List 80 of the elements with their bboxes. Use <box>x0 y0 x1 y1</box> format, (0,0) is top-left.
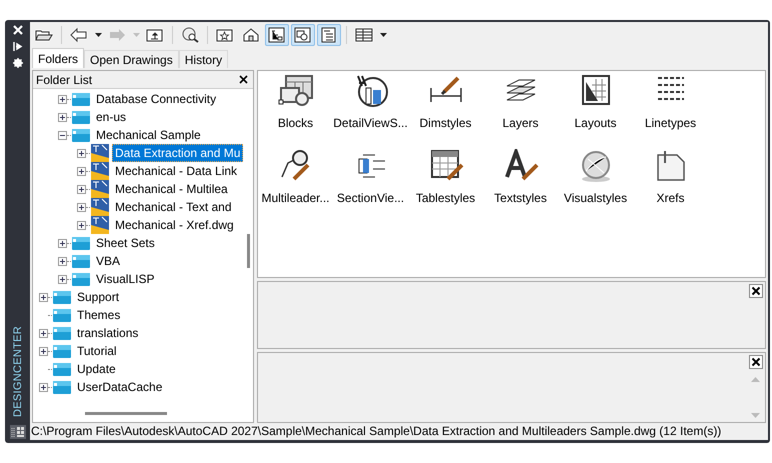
gear-icon[interactable] <box>12 58 22 68</box>
folder-icon <box>72 92 90 106</box>
description-icon[interactable] <box>317 24 341 46</box>
tree-item[interactable]: Support <box>74 288 122 306</box>
expander-icon[interactable] <box>58 94 67 104</box>
folder-icon <box>72 272 90 286</box>
drawing-file-icon <box>91 162 109 180</box>
expander-icon[interactable] <box>77 166 86 176</box>
tree-item[interactable]: Update <box>74 360 119 378</box>
preview-icon[interactable] <box>291 24 315 46</box>
item-label[interactable]: SectionVie... <box>336 191 404 205</box>
tree-item[interactable]: Mechanical Sample <box>93 126 204 144</box>
expander-icon[interactable] <box>77 202 86 212</box>
expander-icon[interactable] <box>58 112 67 122</box>
close-icon[interactable] <box>749 284 763 298</box>
tree-item[interactable]: VBA <box>93 252 124 270</box>
close-icon[interactable] <box>749 355 763 369</box>
item-label[interactable]: Layouts <box>574 116 617 130</box>
expander-icon[interactable] <box>77 184 86 194</box>
expander-icon[interactable] <box>39 328 48 338</box>
folder-icon <box>53 380 71 394</box>
drawing-file-icon <box>91 216 109 234</box>
tree-item[interactable]: Themes <box>74 306 124 324</box>
item-label[interactable]: Multileader... <box>261 191 330 205</box>
text-style-icon[interactable] <box>502 149 538 183</box>
expander-icon[interactable] <box>39 346 48 356</box>
item-label[interactable]: Textstyles <box>494 191 547 205</box>
blocks-icon[interactable] <box>278 74 314 108</box>
item-label[interactable]: Linetypes <box>644 116 696 130</box>
folder-icon <box>53 326 71 340</box>
close-icon[interactable] <box>239 75 248 84</box>
grid-icon[interactable] <box>10 425 26 439</box>
item-label[interactable]: Dimstyles <box>419 116 472 130</box>
item-label[interactable]: DetailViewS... <box>333 116 408 130</box>
tab[interactable]: Folders <box>32 48 84 68</box>
tab[interactable]: Open Drawings <box>84 50 179 68</box>
expander-icon[interactable] <box>77 220 86 230</box>
tree-item[interactable]: Mechanical - Text and <box>112 198 235 216</box>
folder-icon <box>53 308 71 322</box>
status-path: C:\Program Files\Autodesk\AutoCAD 2027\Sample\Mechanical Sample\Data Extraction and Multileaders Sample.dwg (12 Item(s)) <box>30 423 722 440</box>
tree-item[interactable]: Mechanical - Xref.dwg <box>112 216 237 234</box>
tree-item[interactable]: VisualLISP <box>93 270 158 288</box>
item-label[interactable]: Visualstyles <box>564 191 628 205</box>
tree-item[interactable]: Sheet Sets <box>93 234 158 252</box>
tree-item[interactable]: translations <box>74 324 142 342</box>
drawing-file-icon <box>91 198 109 216</box>
folder-icon <box>53 344 71 358</box>
auto-hide-icon[interactable] <box>12 42 22 51</box>
folder-icon <box>72 110 90 124</box>
tree-item[interactable]: Data Extraction and Mu <box>112 144 244 162</box>
folder-icon <box>72 128 90 142</box>
palette-title: DESIGNCENTER <box>12 326 24 417</box>
expander-icon[interactable] <box>58 238 67 248</box>
item-label[interactable]: Layers <box>502 116 539 130</box>
tree-item[interactable]: Tutorial <box>74 342 120 360</box>
tree-item[interactable]: Mechanical - Data Link <box>112 162 240 180</box>
tree-icon[interactable] <box>265 24 289 46</box>
drawing-file-icon <box>91 180 109 198</box>
tab[interactable]: History <box>178 50 228 68</box>
item-label[interactable]: Xrefs <box>656 191 684 205</box>
tree-item[interactable]: en-us <box>93 108 130 126</box>
folder-icon <box>53 362 71 376</box>
folder-icon <box>53 290 71 304</box>
expander-icon[interactable] <box>58 130 67 140</box>
expander-icon[interactable] <box>39 382 48 392</box>
item-label[interactable]: Tablestyles <box>416 191 476 205</box>
panel-title: Folder List <box>36 72 92 86</box>
expander-icon[interactable] <box>58 274 67 284</box>
scrollbar-thumb[interactable] <box>247 234 250 268</box>
expander-icon[interactable] <box>39 292 48 302</box>
expander-icon[interactable] <box>77 148 86 158</box>
tree-item[interactable]: UserDataCache <box>74 378 166 396</box>
item-label[interactable]: Blocks <box>278 116 314 130</box>
folder-icon <box>72 236 90 250</box>
scrollbar-thumb[interactable] <box>85 412 167 415</box>
tree-item[interactable]: Mechanical - Multilea <box>112 180 231 198</box>
expander-icon[interactable] <box>58 256 67 266</box>
drawing-file-icon <box>91 144 109 162</box>
folder-icon <box>72 254 90 268</box>
tree-item[interactable]: Database Connectivity <box>93 90 220 108</box>
